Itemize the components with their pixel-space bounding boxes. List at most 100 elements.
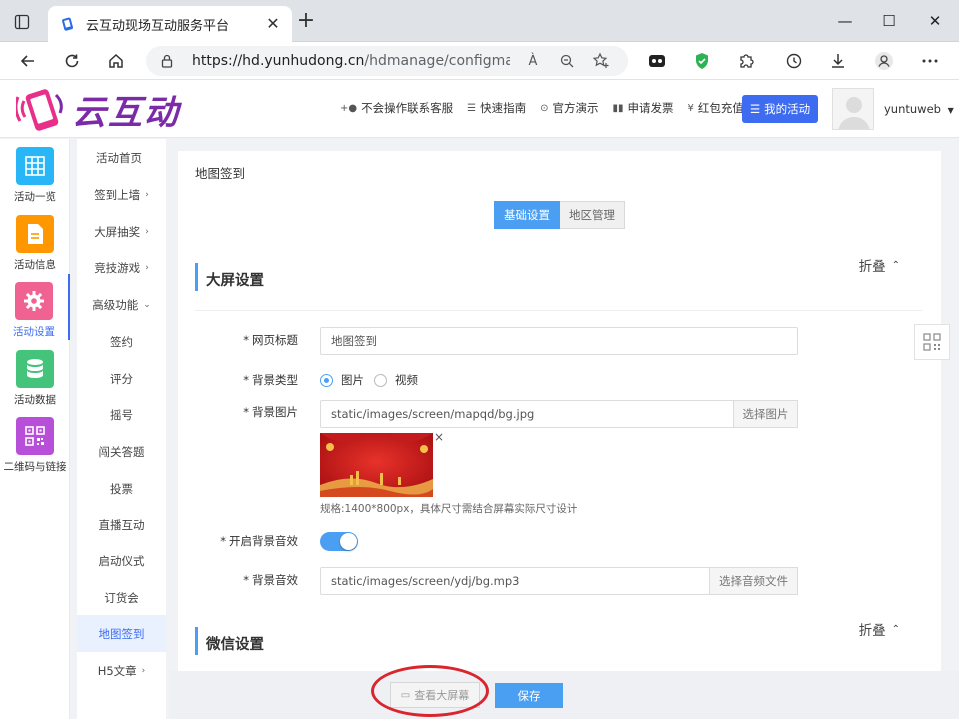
app-header: 云互动 +● 不会操作联系客服 ☰ 快速指南 ⊙ 官方演示 ▮▮ 申请发票 ¥ … xyxy=(0,80,959,138)
submenu-label: 签约 xyxy=(110,334,133,349)
lock-icon[interactable] xyxy=(160,54,174,68)
nav-contact-service[interactable]: +● 不会操作联系客服 xyxy=(340,100,453,116)
section-wechat-settings: 微信设置 折叠 ⌃ xyxy=(195,619,922,663)
shield-extension-icon[interactable] xyxy=(690,50,714,72)
my-activity-button[interactable]: ☰ 我的活动 xyxy=(742,95,818,123)
chevron-up-icon: ⌃ xyxy=(891,623,900,635)
back-icon[interactable] xyxy=(14,48,42,74)
submenu-item-draw-number[interactable]: 摇号 xyxy=(77,396,166,433)
sidebar-item-qrcode[interactable]: 二维码与链接 xyxy=(0,409,70,475)
radio-bg-image[interactable]: 图片 xyxy=(320,372,364,388)
collapse-toggle[interactable]: 折叠 ⌃ xyxy=(859,619,900,639)
read-aloud-icon[interactable]: À xyxy=(522,50,544,72)
site-logo[interactable]: 云互动 xyxy=(16,82,180,136)
submenu-item-games[interactable]: 竞技游戏 › xyxy=(77,249,166,286)
submenu-label: 订货会 xyxy=(104,590,139,605)
page-title-input[interactable]: 地图签到 xyxy=(320,327,798,355)
nav-invoice[interactable]: ▮▮ 申请发票 xyxy=(612,100,673,116)
choose-audio-button[interactable]: 选择音频文件 xyxy=(709,567,798,595)
download-icon[interactable] xyxy=(826,50,850,72)
radio-label: 图片 xyxy=(341,373,364,387)
tab-close-icon[interactable]: ✕ xyxy=(264,15,282,33)
sidebar-label: 二维码与链接 xyxy=(3,461,67,473)
qrcode-icon xyxy=(923,333,941,351)
submenu-item-lottery[interactable]: 大屏抽奖 › xyxy=(77,213,166,250)
radio-bg-video[interactable]: 视频 xyxy=(374,372,418,388)
nav-official-demo[interactable]: ⊙ 官方演示 xyxy=(540,100,598,116)
nav-quick-guide[interactable]: ☰ 快速指南 xyxy=(467,100,526,116)
submenu-item-checkin-wall[interactable]: 签到上墙 › xyxy=(77,176,166,213)
new-tab-icon[interactable]: + xyxy=(296,10,316,32)
section-accent-bar xyxy=(195,263,198,291)
extension-icon[interactable] xyxy=(645,50,669,72)
submenu-item-sign[interactable]: 签约 xyxy=(77,323,166,360)
browser-tab[interactable]: 云互动现场互动服务平台 ✕ xyxy=(48,6,292,42)
nav-recharge[interactable]: ¥ 红包充值 xyxy=(687,100,743,116)
username: yuntuweb xyxy=(884,102,941,116)
tab-title: 云互动现场互动服务平台 xyxy=(86,18,230,34)
submenu-label: 大屏抽奖 xyxy=(94,224,141,239)
collapse-toggle[interactable]: 折叠 ⌃ xyxy=(859,255,900,275)
save-button[interactable]: 保存 xyxy=(495,683,563,708)
section-title: 大屏设置 xyxy=(206,273,264,289)
list-icon: ☰ xyxy=(749,102,761,116)
tab-region-management[interactable]: 地区管理 xyxy=(560,201,625,229)
username-dropdown[interactable]: yuntuweb ▼ xyxy=(884,102,954,116)
nav-label: 不会操作联系客服 xyxy=(361,101,454,115)
submenu-item-quiz[interactable]: 闯关答题 xyxy=(77,433,166,470)
sidebar-label: 活动信息 xyxy=(14,259,56,271)
tab-actions-icon[interactable] xyxy=(12,12,32,32)
bg-type-label: * 背景类型 xyxy=(243,373,298,387)
submenu-item-h5-article[interactable]: H5文章 › xyxy=(77,652,166,689)
sidebar-item-settings[interactable]: 活动设置 xyxy=(0,274,70,340)
sidebar-item-overview[interactable]: 活动一览 xyxy=(0,139,70,205)
more-menu-icon[interactable] xyxy=(918,50,942,72)
minimize-icon[interactable]: — xyxy=(822,8,868,34)
bg-image-path-input[interactable]: static/images/screen/mapqd/bg.jpg xyxy=(320,400,734,428)
bg-sound-toggle[interactable] xyxy=(320,532,358,551)
submenu-item-live[interactable]: 直播互动 xyxy=(77,506,166,543)
choose-image-button[interactable]: 选择图片 xyxy=(733,400,798,428)
profile-icon[interactable] xyxy=(872,50,896,72)
submenu-item-home[interactable]: 活动首页 xyxy=(77,139,166,176)
maximize-icon[interactable]: ☐ xyxy=(866,8,912,34)
sidebar-item-info[interactable]: 活动信息 xyxy=(0,207,70,273)
submenu-item-vote[interactable]: 投票 xyxy=(77,470,166,507)
address-bar[interactable]: https://hd.yunhudong.cn/hdmanage/configm… xyxy=(146,46,628,76)
collapse-label: 折叠 xyxy=(858,259,886,275)
image-spec-hint: 规格:1400*800px，具体尺寸需结合屏幕实际尺寸设计 xyxy=(320,503,578,515)
site-favicon-icon xyxy=(60,16,76,32)
sidebar-label: 活动设置 xyxy=(13,326,55,338)
divider xyxy=(195,310,922,311)
window-close-icon[interactable]: ✕ xyxy=(912,8,958,34)
sidebar-item-data[interactable]: 活动数据 xyxy=(0,342,70,408)
view-screen-label: 查看大屏幕 xyxy=(414,689,470,702)
reload-icon[interactable] xyxy=(58,48,86,74)
chevron-right-icon: › xyxy=(145,189,149,200)
section-screen-settings: 大屏设置 折叠 ⌃ xyxy=(195,255,922,299)
submenu-item-order-meeting[interactable]: 订货会 xyxy=(77,579,166,616)
submenu-item-score[interactable]: 评分 xyxy=(77,360,166,397)
remove-image-icon[interactable]: × xyxy=(434,430,444,444)
sub-menu: 活动首页 签到上墙 › 大屏抽奖 › 竞技游戏 › 高级功能 ⌄ 签约 评分 摇号 闯关… xyxy=(77,139,166,719)
invoice-icon: ▮▮ xyxy=(612,102,624,114)
history-icon[interactable] xyxy=(782,50,806,72)
home-icon[interactable] xyxy=(102,48,130,74)
icon-sidebar: 活动一览 活动信息 活动设置 活动数据 二维码与链接 xyxy=(0,139,70,719)
submenu-item-ceremony[interactable]: 启动仪式 xyxy=(77,542,166,579)
tab-basic-settings[interactable]: 基础设置 xyxy=(494,201,560,229)
bg-sound-path-input[interactable]: static/images/screen/ydj/bg.mp3 xyxy=(320,567,710,595)
floating-qrcode-button[interactable] xyxy=(914,324,950,360)
top-nav: +● 不会操作联系客服 ☰ 快速指南 ⊙ 官方演示 ▮▮ 申请发票 ¥ 红包充值 xyxy=(340,100,758,116)
submenu-item-map-checkin[interactable]: 地图签到 xyxy=(77,615,166,652)
zoom-icon[interactable] xyxy=(556,50,578,72)
avatar[interactable] xyxy=(832,88,874,130)
user-silhouette-icon xyxy=(838,97,870,129)
url-path: /hdmanage/configmapq... xyxy=(364,53,510,69)
nav-label: 红包充值 xyxy=(697,101,744,115)
view-screen-button[interactable]: ▭ 查看大屏幕 xyxy=(390,682,480,708)
extensions-puzzle-icon[interactable] xyxy=(734,50,758,72)
page-title-label: * 网页标题 xyxy=(243,333,298,347)
favorite-add-icon[interactable] xyxy=(590,50,612,72)
submenu-item-advanced[interactable]: 高级功能 ⌄ xyxy=(77,286,166,323)
